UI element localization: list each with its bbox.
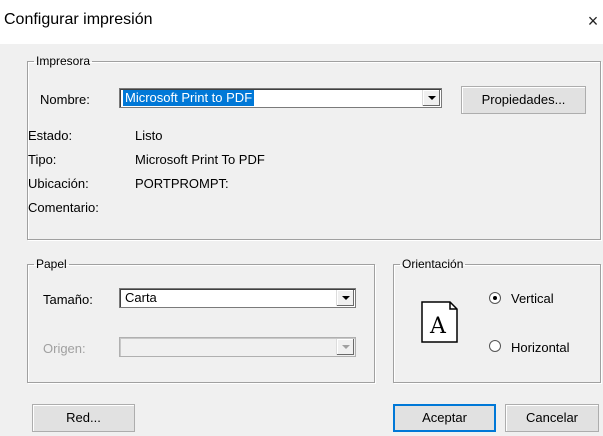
type-label: Tipo: (28, 152, 57, 167)
type-value: Microsoft Print To PDF (135, 152, 265, 167)
orientation-vertical-radio[interactable] (489, 292, 501, 304)
printer-group: Impresora (27, 54, 601, 240)
printer-name-dropdown[interactable]: Microsoft Print to PDF (119, 88, 442, 108)
comment-label: Comentario: (28, 200, 99, 215)
accept-button[interactable]: Aceptar (393, 404, 496, 432)
close-icon[interactable]: × (583, 8, 603, 34)
window-title: Configurar impresión (4, 11, 153, 28)
status-value: Listo (135, 128, 163, 143)
paper-size-dropdown[interactable]: Carta (119, 288, 356, 308)
chevron-down-icon[interactable] (422, 90, 440, 106)
network-button[interactable]: Red... (32, 404, 135, 432)
cancel-button[interactable]: Cancelar (505, 404, 599, 432)
orientation-horizontal-label[interactable]: Horizontal (511, 340, 570, 355)
paper-group-legend: Papel (36, 257, 67, 271)
page-icon-letter: A (429, 314, 447, 339)
paper-size-label: Tamaño: (43, 292, 93, 307)
title-bar: Configurar impresión × (0, 0, 603, 44)
chevron-down-icon[interactable] (336, 290, 354, 306)
properties-button[interactable]: Propiedades... (461, 86, 586, 114)
paper-size-value: Carta (125, 290, 157, 305)
orientation-vertical-label[interactable]: Vertical (511, 291, 554, 306)
location-label: Ubicación: (28, 176, 89, 191)
chevron-down-icon (336, 339, 354, 355)
paper-source-value (123, 339, 127, 355)
orientation-group-legend: Orientación (402, 257, 464, 271)
paper-source-label: Origen: (43, 341, 86, 356)
paper-source-dropdown (119, 337, 356, 357)
printer-group-legend: Impresora (36, 54, 91, 68)
location-value: PORTPROMPT: (135, 176, 229, 191)
paper-group: Papel (27, 257, 375, 383)
printer-name-label: Nombre: (40, 92, 90, 107)
portrait-page-icon: A (421, 301, 458, 343)
printer-name-value: Microsoft Print to PDF (123, 90, 255, 106)
status-label: Estado: (28, 128, 73, 143)
orientation-horizontal-radio[interactable] (489, 340, 501, 352)
